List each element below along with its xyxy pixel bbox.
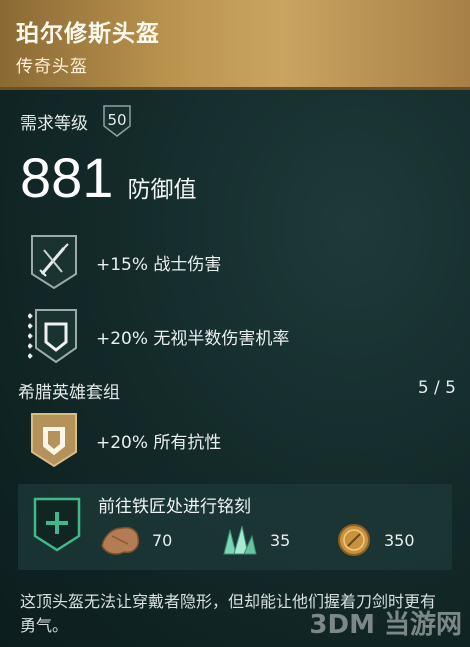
gold-shield-icon	[28, 410, 80, 470]
item-tooltip: 珀尔修斯头盔 传奇头盔 需求等级 50 881 防御值 +15% 战士伤害 +2…	[0, 0, 470, 647]
engrave-title: 前往铁匠处进行铭刻	[98, 497, 251, 517]
material-crystal: 35	[216, 522, 290, 558]
set-bonus-text: +20% 所有抗性	[96, 432, 222, 453]
drachmae-coin-icon	[338, 524, 370, 556]
engrave-panel[interactable]: 前往铁匠处进行铭刻 70 35 350	[18, 484, 452, 570]
armor-value: 881	[20, 146, 114, 209]
item-rarity: 传奇头盔	[16, 57, 88, 77]
material-leather: 70	[98, 522, 172, 558]
engrave-plus-icon[interactable]	[32, 496, 82, 554]
item-header: 珀尔修斯头盔 传奇头盔	[0, 0, 470, 90]
site-watermark: 3DM 当游网	[309, 610, 462, 640]
drachmae-amount: 350	[384, 530, 415, 550]
shield-icon	[27, 306, 80, 366]
material-drachmae: 350	[334, 522, 415, 558]
armor-label: 防御值	[127, 177, 197, 203]
crystal-icon	[223, 525, 257, 555]
leather-icon	[101, 526, 140, 555]
item-name: 珀尔修斯头盔	[16, 21, 160, 47]
level-badge: 50	[102, 104, 132, 138]
level-requirement: 需求等级 50	[20, 104, 132, 138]
perk-text: +20% 无视半数伤害机率	[96, 328, 290, 349]
requirement-label: 需求等级	[20, 113, 88, 134]
set-bonus-header: 希腊英雄套组 5 / 5	[18, 378, 456, 403]
armor-stat: 881 防御值	[20, 148, 196, 208]
perk-text: +15% 战士伤害	[96, 254, 222, 275]
perk-warrior-damage: +15% 战士伤害	[28, 232, 221, 292]
set-progress: 5 / 5	[417, 378, 456, 398]
perk-ignore-damage: +20% 无视半数伤害机率	[27, 306, 290, 366]
required-level: 50	[107, 111, 127, 129]
crossed-swords-icon	[28, 232, 80, 292]
crystal-amount: 35	[270, 530, 291, 550]
set-bonus-perk: +20% 所有抗性	[28, 410, 221, 470]
leather-amount: 70	[152, 530, 173, 550]
set-name: 希腊英雄套组	[18, 383, 120, 403]
